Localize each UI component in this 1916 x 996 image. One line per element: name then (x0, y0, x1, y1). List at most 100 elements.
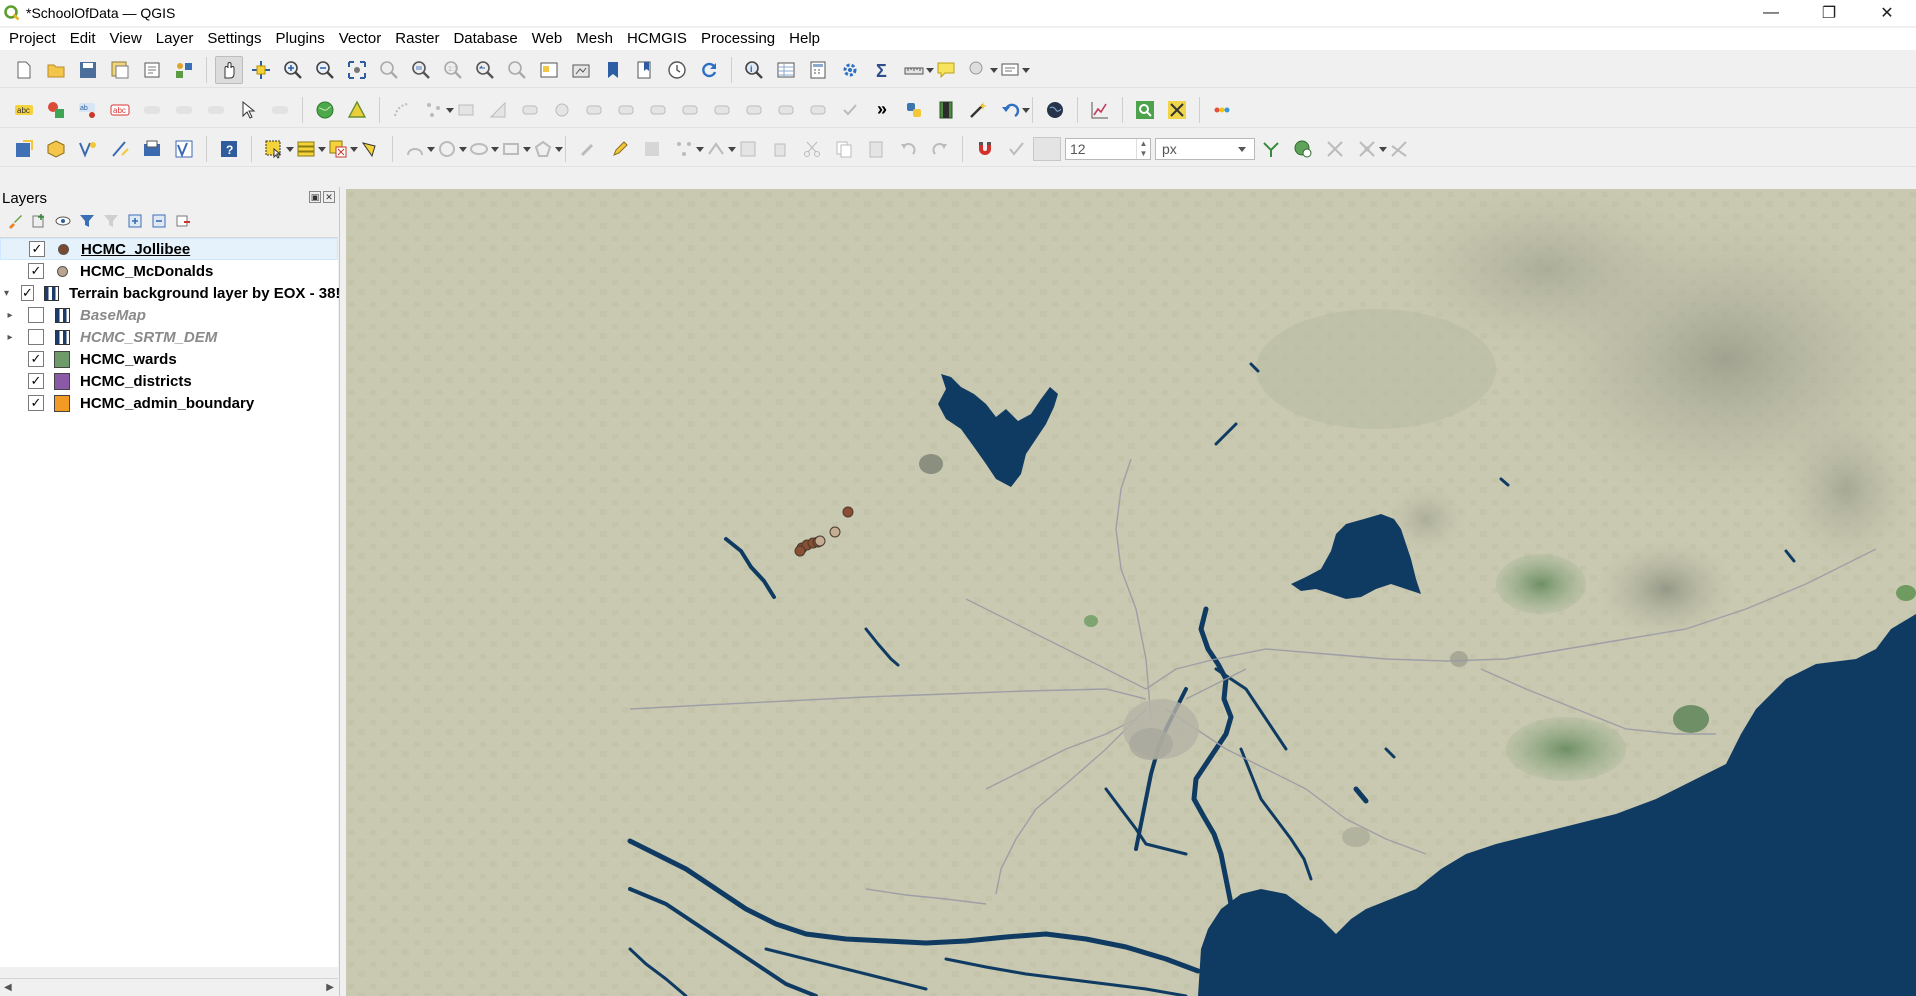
layer-visibility-checkbox[interactable]: ✓ (28, 373, 44, 389)
color-picker-button[interactable] (1208, 96, 1236, 124)
advanced-digitize-13-button[interactable] (772, 96, 800, 124)
snapping-tolerance-input[interactable]: 12 ▲ ▼ (1065, 137, 1151, 160)
refresh-button[interactable] (695, 56, 723, 84)
menu-web[interactable]: Web (525, 28, 570, 50)
layer-row[interactable]: ✓ HCMC_admin_boundary (0, 392, 338, 414)
modify-attributes-button[interactable] (734, 135, 762, 163)
save-layer-edits-button[interactable] (638, 135, 666, 163)
advanced-digitize-8-button[interactable] (612, 96, 640, 124)
advanced-digitize-1-button[interactable] (388, 96, 416, 124)
new-virtual-layer-button[interactable] (138, 135, 166, 163)
layer-row[interactable]: ▸ BaseMap (0, 304, 338, 326)
identify-features-button[interactable]: i (740, 56, 768, 84)
expand-closed-icon[interactable]: ▸ (4, 310, 16, 321)
shape-digitize-1-button[interactable] (401, 135, 435, 163)
snap-intersections-button[interactable] (1385, 135, 1413, 163)
undo-button[interactable] (894, 135, 922, 163)
layer-visibility-checkbox[interactable]: ✓ (21, 285, 34, 301)
menu-plugins[interactable]: Plugins (269, 28, 332, 50)
manage-map-themes-button[interactable] (54, 212, 72, 230)
toolbar-overflow-button[interactable]: » (868, 96, 896, 124)
zoom-to-layer-button[interactable] (407, 56, 435, 84)
new-shapefile-layer-button[interactable] (74, 135, 102, 163)
open-attribute-table-button[interactable] (772, 56, 800, 84)
toggle-editing-button[interactable] (606, 135, 634, 163)
menu-edit[interactable]: Edit (63, 28, 103, 50)
menu-view[interactable]: View (103, 28, 149, 50)
zoom-to-native-button[interactable]: 1:1 (439, 56, 467, 84)
zoom-to-selection-button[interactable] (375, 56, 403, 84)
python-console-button[interactable] (900, 96, 928, 124)
layer-visibility-checkbox[interactable]: ✓ (29, 241, 45, 257)
mcdonalds-marker[interactable] (814, 535, 826, 547)
layer-visibility-checkbox[interactable]: ✓ (28, 351, 44, 367)
enable-snapping-button[interactable] (971, 135, 999, 163)
current-edits-button[interactable] (574, 135, 602, 163)
spin-up-icon[interactable]: ▲ (1137, 139, 1150, 149)
new-bookmark-button[interactable] (599, 56, 627, 84)
temporal-controller-button[interactable] (663, 56, 691, 84)
new-3d-view-button[interactable] (567, 56, 595, 84)
advanced-digitize-9-button[interactable] (644, 96, 672, 124)
new-project-button[interactable] (10, 56, 38, 84)
open-styling-button[interactable] (6, 212, 24, 230)
select-style-button[interactable] (964, 56, 998, 84)
menu-project[interactable]: Project (2, 28, 63, 50)
menu-help[interactable]: Help (782, 28, 827, 50)
menu-raster[interactable]: Raster (388, 28, 446, 50)
statistical-summary-button[interactable]: Σ (868, 56, 896, 84)
zoom-last-button[interactable] (471, 56, 499, 84)
filter-legend-button[interactable] (78, 212, 96, 230)
snapping-type-button[interactable] (1003, 135, 1031, 163)
expand-closed-icon[interactable]: ▸ (4, 332, 16, 343)
topological-editing-button[interactable] (1289, 135, 1317, 163)
openlayers-globe-button[interactable] (1041, 96, 1069, 124)
minimize-button[interactable]: — (1742, 0, 1800, 26)
select-location-button[interactable] (356, 135, 384, 163)
delete-selected-button[interactable] (766, 135, 794, 163)
georeferencer-button[interactable] (311, 96, 339, 124)
advanced-digitize-15-button[interactable] (836, 96, 864, 124)
collapse-all-button[interactable] (150, 212, 168, 230)
tracing-button[interactable] (1257, 135, 1285, 163)
float-panel-button[interactable]: ▣ (309, 191, 321, 203)
undo-dropdown-button[interactable] (996, 96, 1030, 124)
zoom-full-button[interactable] (343, 56, 371, 84)
vertex-tool-button[interactable] (702, 135, 736, 163)
layer-visibility-checkbox[interactable] (28, 307, 44, 323)
layer-row[interactable]: ✓ HCMC_districts (0, 370, 338, 392)
text-annotation-button[interactable] (996, 56, 1030, 84)
advanced-digitize-14-button[interactable] (804, 96, 832, 124)
close-panel-button[interactable]: ✕ (323, 191, 335, 203)
jollibee-marker[interactable] (794, 545, 806, 557)
deselect-features-button[interactable] (324, 135, 358, 163)
move-label-button[interactable] (138, 96, 166, 124)
tolerance-spinner[interactable]: ▲ ▼ (1136, 138, 1150, 159)
menu-hcmgis[interactable]: HCMGIS (620, 28, 694, 50)
field-calculator-button[interactable] (804, 56, 832, 84)
shape-digitize-4-button[interactable] (497, 135, 531, 163)
close-window-button[interactable]: ✕ (1858, 0, 1916, 26)
layer-row[interactable]: ▸ HCMC_SRTM_DEM (0, 326, 338, 348)
new-map-view-button[interactable] (535, 56, 563, 84)
jollibee-marker[interactable] (842, 506, 854, 518)
show-bookmarks-button[interactable] (631, 56, 659, 84)
copy-features-button[interactable] (830, 135, 858, 163)
menu-vector[interactable]: Vector (332, 28, 389, 50)
shape-digitize-5-button[interactable] (529, 135, 563, 163)
shape-digitize-3-button[interactable] (465, 135, 499, 163)
pin-labels-button[interactable]: ab (74, 96, 102, 124)
new-geopackage-layer-button[interactable] (42, 135, 70, 163)
hcmgis-triangle-button[interactable] (343, 96, 371, 124)
layer-row[interactable]: ✓ HCMC_wards (0, 348, 338, 370)
snapping-units-select[interactable]: px (1155, 137, 1255, 160)
select-by-attribute-button[interactable] (292, 135, 326, 163)
menu-mesh[interactable]: Mesh (569, 28, 620, 50)
advanced-digitize-5-button[interactable] (516, 96, 544, 124)
pointer-tool-button[interactable] (234, 96, 262, 124)
add-feature-button[interactable] (670, 135, 704, 163)
quickmapservices-search-button[interactable] (1131, 96, 1159, 124)
help-button[interactable]: ? (215, 135, 243, 163)
add-group-button[interactable] (30, 212, 48, 230)
highlight-labels-button[interactable]: abc (106, 96, 134, 124)
